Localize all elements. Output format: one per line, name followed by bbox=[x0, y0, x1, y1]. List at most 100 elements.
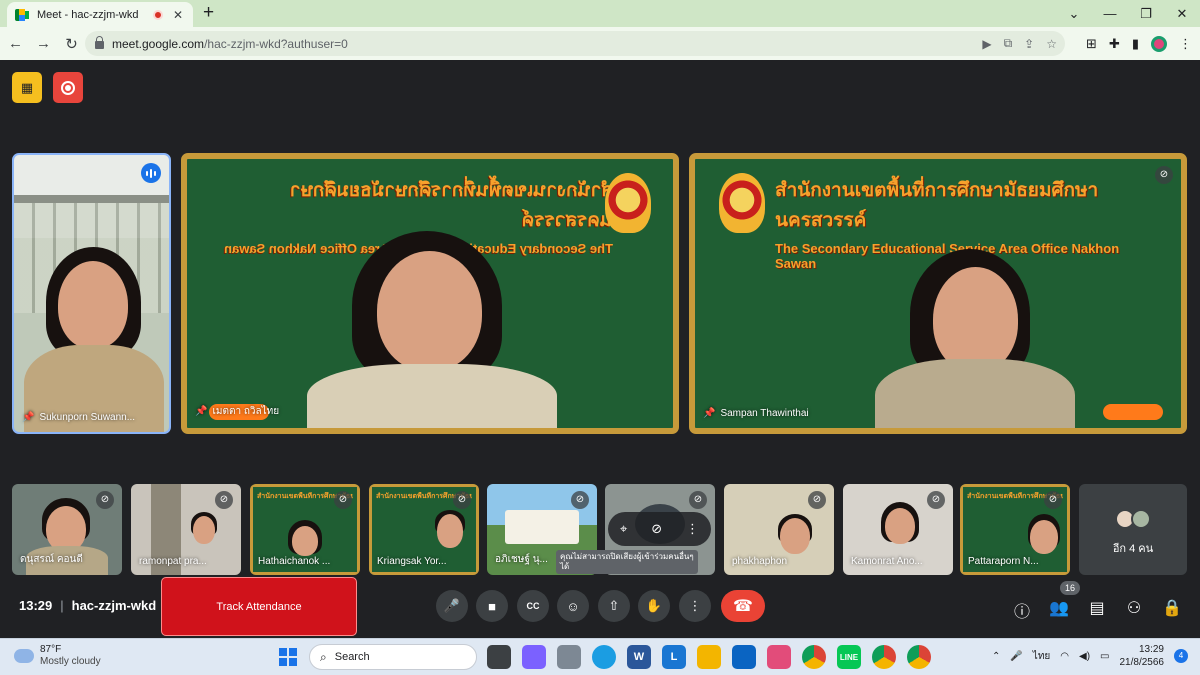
participant-tile[interactable]: สำนักงานเขตพื้นที่การศึกษามัธยมศึกษานครส… bbox=[181, 153, 679, 434]
microphone-icon[interactable]: 🎤 bbox=[436, 590, 468, 622]
browser-tab[interactable]: Meet - hac-zzjm-wkd ✕ bbox=[7, 2, 193, 27]
l-app-icon[interactable]: L bbox=[662, 645, 686, 669]
pin-participant-icon[interactable]: ⌖ bbox=[620, 521, 627, 537]
tooltip: คุณไม่สามารถปิดเสียงผู้เข้าร่วมคนอื่นๆ ไ… bbox=[556, 550, 698, 574]
record-icon bbox=[61, 80, 75, 95]
grid-off-icon: ▦ bbox=[20, 79, 34, 95]
pin-icon: 📌 bbox=[195, 406, 208, 417]
wifi-icon[interactable]: ◠ bbox=[1060, 651, 1069, 662]
track-attendance-button[interactable]: Track Attendance bbox=[161, 577, 357, 636]
file-explorer-icon[interactable] bbox=[697, 645, 721, 669]
line-icon[interactable]: LINE bbox=[837, 645, 861, 669]
edge-icon[interactable] bbox=[592, 645, 616, 669]
chrome-profile-icon[interactable] bbox=[872, 645, 896, 669]
extension-icon[interactable]: ⊞ bbox=[1086, 36, 1097, 52]
translate-icon[interactable]: ⧉ bbox=[1004, 36, 1013, 51]
browser-tab-strip: Meet - hac-zzjm-wkd ✕ + ⌄ — ❐ ✕ bbox=[0, 0, 1200, 27]
weather-widget[interactable]: 87°F Mostly cloudy bbox=[14, 644, 101, 668]
chrome-menu-icon[interactable]: ⋮ bbox=[1179, 36, 1192, 52]
host-controls-button[interactable]: ▦ bbox=[12, 72, 42, 103]
participant-thumbnail[interactable]: สำนักงานเขตพื้นที่การศึกษามัธยมศึกษานครส… bbox=[369, 484, 479, 575]
leave-call-icon[interactable]: ☎ bbox=[721, 590, 765, 622]
side-panel-icon[interactable]: ▮ bbox=[1132, 36, 1139, 52]
chrome-icon[interactable] bbox=[802, 645, 826, 669]
battery-icon[interactable]: ▭ bbox=[1100, 651, 1109, 662]
tab-title: Meet - hac-zzjm-wkd bbox=[37, 8, 139, 21]
participant-thumbnail[interactable]: ⊘ ดนุสรณ์ คอนดี bbox=[12, 484, 122, 575]
more-options-icon[interactable]: ⋮ bbox=[679, 590, 711, 622]
recording-button[interactable] bbox=[53, 72, 83, 103]
word-icon[interactable]: W bbox=[627, 645, 651, 669]
more-options-icon[interactable]: ⋮ bbox=[686, 521, 699, 537]
extensions-puzzle-icon[interactable]: ✚ bbox=[1109, 36, 1120, 52]
bookmark-star-icon[interactable]: ☆ bbox=[1046, 37, 1057, 51]
address-bar[interactable]: meet.google.com/hac-zzjm-wkd?authuser=0 … bbox=[85, 31, 1065, 56]
mail-icon[interactable] bbox=[732, 645, 756, 669]
back-icon[interactable]: ← bbox=[3, 35, 28, 52]
participant-name: ดนุสรณ์ คอนดี bbox=[20, 554, 83, 565]
present-screen-icon[interactable]: ⇧ bbox=[598, 590, 630, 622]
task-view-icon[interactable] bbox=[487, 645, 511, 669]
close-window-button[interactable]: ✕ bbox=[1164, 6, 1200, 22]
lock-icon[interactable] bbox=[95, 36, 104, 49]
search-label: Search bbox=[334, 651, 370, 663]
camera-permission-icon[interactable]: ▶ bbox=[982, 37, 991, 51]
mic-off-icon: ⊘ bbox=[96, 491, 114, 509]
participant-name: 📌 เมตตา ถวิลไทย bbox=[195, 406, 280, 417]
camera-icon[interactable]: ■ bbox=[476, 590, 508, 622]
emoji-icon[interactable]: ☺ bbox=[557, 590, 589, 622]
show-hidden-icons-icon[interactable]: ⌃ bbox=[992, 651, 1000, 662]
close-tab-icon[interactable]: ✕ bbox=[171, 8, 185, 22]
meeting-info-separator: | bbox=[60, 598, 64, 613]
meeting-time: 13:29 bbox=[19, 598, 53, 613]
participant-tile[interactable]: สำนักงานเขตพื้นที่การศึกษามัธยมศึกษานครส… bbox=[689, 153, 1187, 434]
captions-icon[interactable]: CC bbox=[517, 590, 549, 622]
people-icon[interactable]: 👥 bbox=[1048, 598, 1070, 618]
minimize-button[interactable]: — bbox=[1092, 6, 1128, 21]
participant-thumbnail[interactable]: ⊘ Kamonrat Ano... bbox=[843, 484, 953, 575]
chat-icon[interactable]: ▤ bbox=[1086, 598, 1108, 618]
mute-participant-icon[interactable]: ⊘ bbox=[651, 521, 662, 537]
notifications-badge[interactable]: 4 bbox=[1174, 649, 1188, 663]
participant-thumbnail[interactable]: ⊘ ramonpat pra... bbox=[131, 484, 241, 575]
forward-icon[interactable]: → bbox=[31, 35, 56, 52]
participant-name: อภิเชษฐ์ นุ... bbox=[495, 554, 548, 565]
raise-hand-icon[interactable]: ✋ bbox=[638, 590, 670, 622]
tab-search-icon[interactable]: ⌄ bbox=[1056, 6, 1092, 22]
search-icon: ⌕ bbox=[320, 649, 327, 664]
taskbar-search[interactable]: ⌕ Search bbox=[309, 644, 477, 670]
volume-icon[interactable]: ◀) bbox=[1079, 651, 1090, 662]
participant-name: ramonpat pra... bbox=[139, 556, 207, 567]
restore-button[interactable]: ❐ bbox=[1128, 6, 1164, 22]
host-controls-lock-icon[interactable]: 🔒 bbox=[1161, 598, 1183, 618]
url-host: meet.google.com bbox=[112, 36, 205, 51]
participant-thumbnail[interactable]: สำนักงานเขตพื้นที่การศึกษามัธยมศึกษานครส… bbox=[960, 484, 1070, 575]
new-tab-button[interactable]: + bbox=[203, 3, 214, 23]
participant-count-badge: 16 bbox=[1060, 581, 1080, 595]
participant-thumbnail[interactable]: สำนักงานเขตพื้นที่การศึกษามัธยมศึกษานครส… bbox=[250, 484, 360, 575]
mic-off-icon: ⊘ bbox=[689, 491, 707, 509]
office-emblem-icon bbox=[719, 173, 765, 233]
mic-off-icon: ⊘ bbox=[1044, 491, 1062, 509]
profile-avatar[interactable] bbox=[1151, 35, 1167, 52]
participant-thumbnail[interactable]: ⊘ phakhaphon bbox=[724, 484, 834, 575]
input-language[interactable]: ไทย bbox=[1033, 649, 1050, 664]
participant-tile[interactable]: 📌 Sukunporn Suwann... bbox=[12, 153, 171, 434]
participant-name: Hathaichanok ... bbox=[258, 556, 331, 567]
chrome-active-icon[interactable] bbox=[907, 645, 931, 669]
activities-icon[interactable]: ⚇ bbox=[1123, 598, 1145, 618]
windows-start-icon[interactable] bbox=[279, 648, 297, 666]
participant-avatars bbox=[1115, 509, 1151, 529]
snipping-tool-icon[interactable] bbox=[767, 645, 791, 669]
microphone-tray-icon[interactable]: 🎤 bbox=[1010, 651, 1022, 662]
reload-icon[interactable]: ↻ bbox=[59, 35, 84, 53]
share-icon[interactable]: ⇪ bbox=[1024, 37, 1034, 51]
more-participants-tile[interactable]: อีก 4 คน bbox=[1079, 484, 1187, 575]
teams-chat-icon[interactable] bbox=[522, 645, 546, 669]
speaking-indicator-icon bbox=[141, 163, 161, 183]
system-clock[interactable]: 13:29 21/8/2566 bbox=[1120, 643, 1165, 669]
participant-name: phakhaphon bbox=[732, 556, 788, 567]
settings-icon[interactable] bbox=[557, 645, 581, 669]
meeting-details-icon[interactable]: ⓘ bbox=[1011, 598, 1033, 622]
taskbar-apps: W L LINE bbox=[487, 645, 931, 669]
